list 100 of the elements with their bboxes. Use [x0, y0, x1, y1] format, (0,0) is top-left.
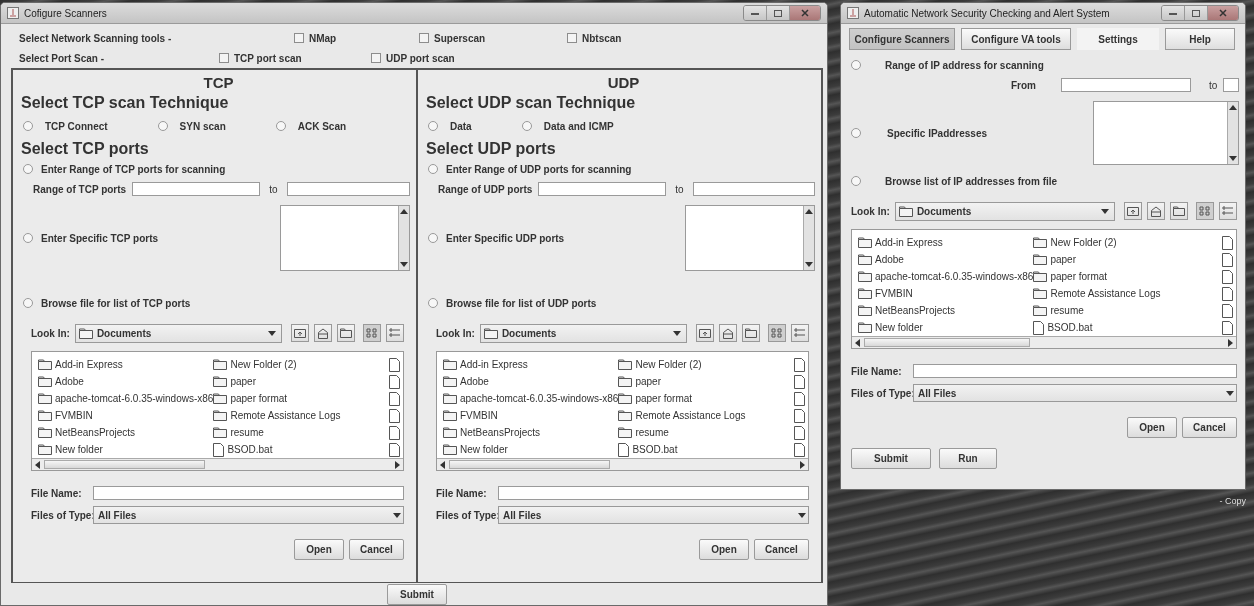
range-start-field[interactable]	[132, 182, 261, 196]
radio-button[interactable]	[23, 233, 33, 243]
look-in-dropdown[interactable]: Documents	[894, 201, 1115, 221]
folder-item[interactable]: paper	[618, 373, 746, 390]
folder-item[interactable]: New folder	[38, 441, 214, 458]
folder-item[interactable]: New folder	[443, 441, 619, 458]
ip-start-field[interactable]	[1061, 78, 1191, 92]
horizontal-scrollbar[interactable]	[32, 458, 403, 470]
minimize-button[interactable]	[744, 6, 766, 20]
folder-item[interactable]: New Folder (2)	[213, 356, 341, 373]
file-item[interactable]: BSOD.bat	[1033, 319, 1161, 336]
radio-button[interactable]	[851, 128, 861, 138]
tab[interactable]: Configure Scanners	[849, 28, 955, 50]
new-folder-button[interactable]	[337, 324, 355, 342]
folder-item[interactable]: New Folder (2)	[618, 356, 746, 373]
tab[interactable]: Settings	[1077, 28, 1159, 50]
folder-item[interactable]: resume	[213, 424, 341, 441]
folder-item[interactable]: Adobe	[858, 251, 1034, 268]
folder-item[interactable]: paper format	[1033, 268, 1161, 285]
folder-item[interactable]: apache-tomcat-6.0.35-windows-x86	[38, 390, 214, 407]
open-button[interactable]: Open	[699, 539, 749, 560]
cancel-button[interactable]: Cancel	[1182, 417, 1237, 438]
folder-item[interactable]: FVMBIN	[858, 285, 1034, 302]
file-name-field[interactable]	[913, 364, 1237, 378]
folder-item[interactable]: Remote Assistance Logs	[213, 407, 341, 424]
folder-item[interactable]: paper	[213, 373, 341, 390]
radio-button[interactable]	[428, 164, 438, 174]
close-button[interactable]	[1207, 6, 1238, 20]
folder-item[interactable]: Remote Assistance Logs	[618, 407, 746, 424]
file-type-dropdown[interactable]: All Files	[93, 506, 404, 524]
new-folder-button[interactable]	[1170, 202, 1188, 220]
folder-item[interactable]: paper	[1033, 251, 1161, 268]
open-button[interactable]: Open	[1127, 417, 1177, 438]
maximize-button[interactable]	[1184, 6, 1207, 20]
radio-button[interactable]	[521, 121, 532, 131]
ip-end-field[interactable]	[1223, 78, 1239, 92]
folder-item[interactable]: paper format	[618, 390, 746, 407]
vertical-scrollbar[interactable]	[1227, 102, 1238, 164]
up-folder-button[interactable]	[1124, 202, 1142, 220]
radio-button[interactable]	[157, 121, 168, 131]
details-view-button[interactable]	[791, 324, 809, 342]
folder-item[interactable]: resume	[618, 424, 746, 441]
radio-button[interactable]	[23, 298, 33, 308]
radio-button[interactable]	[428, 233, 438, 243]
details-view-button[interactable]	[386, 324, 404, 342]
folder-item[interactable]: apache-tomcat-6.0.35-windows-x86	[443, 390, 619, 407]
folder-item[interactable]: New Folder (2)	[1033, 234, 1161, 251]
range-end-field[interactable]	[286, 182, 410, 196]
folder-item[interactable]: NetBeansProjects	[38, 424, 214, 441]
list-view-button[interactable]	[1196, 202, 1214, 220]
folder-item[interactable]: Remote Assistance Logs	[1033, 285, 1161, 302]
maximize-button[interactable]	[766, 6, 789, 20]
folder-item[interactable]: paper format	[213, 390, 341, 407]
checkbox[interactable]	[371, 53, 381, 63]
folder-item[interactable]: New folder	[858, 319, 1034, 336]
file-type-dropdown[interactable]: All Files	[498, 506, 809, 524]
list-view-button[interactable]	[768, 324, 786, 342]
submit-button[interactable]: Submit	[387, 583, 447, 605]
tab[interactable]: Configure VA tools	[961, 28, 1071, 50]
range-start-field[interactable]	[538, 182, 667, 196]
up-folder-button[interactable]	[696, 324, 714, 342]
file-item[interactable]: BSOD.bat	[618, 441, 746, 458]
file-name-field[interactable]	[93, 486, 404, 500]
minimize-button[interactable]	[1162, 6, 1184, 20]
checkbox[interactable]	[219, 53, 229, 63]
file-item[interactable]: BSOD.bat	[213, 441, 341, 458]
cancel-button[interactable]: Cancel	[349, 539, 404, 560]
folder-item[interactable]: Add-in Express	[443, 356, 619, 373]
horizontal-scrollbar[interactable]	[852, 336, 1236, 348]
file-type-dropdown[interactable]: All Files	[913, 384, 1237, 402]
vertical-scrollbar[interactable]	[398, 206, 409, 270]
tab[interactable]: Help	[1165, 28, 1235, 50]
radio-button[interactable]	[428, 298, 438, 308]
horizontal-scrollbar[interactable]	[437, 458, 808, 470]
home-button[interactable]	[719, 324, 737, 342]
range-end-field[interactable]	[692, 182, 815, 196]
file-name-field[interactable]	[498, 486, 809, 500]
up-folder-button[interactable]	[291, 324, 309, 342]
folder-item[interactable]: Add-in Express	[858, 234, 1034, 251]
folder-item[interactable]: Adobe	[38, 373, 214, 390]
submit-button[interactable]: Submit	[851, 448, 931, 469]
close-button[interactable]	[789, 6, 820, 20]
look-in-dropdown[interactable]: Documents	[479, 323, 687, 343]
radio-button[interactable]	[851, 60, 861, 70]
new-folder-button[interactable]	[742, 324, 760, 342]
folder-item[interactable]: FVMBIN	[38, 407, 214, 424]
folder-item[interactable]: Add-in Express	[38, 356, 214, 373]
list-view-button[interactable]	[363, 324, 381, 342]
folder-item[interactable]: Adobe	[443, 373, 619, 390]
cancel-button[interactable]: Cancel	[754, 539, 809, 560]
home-button[interactable]	[1147, 202, 1165, 220]
radio-button[interactable]	[851, 176, 861, 186]
run-button[interactable]: Run	[939, 448, 997, 469]
checkbox[interactable]	[567, 33, 577, 43]
radio-button[interactable]	[275, 121, 286, 131]
vertical-scrollbar[interactable]	[803, 206, 814, 270]
radio-button[interactable]	[23, 121, 33, 131]
folder-item[interactable]: resume	[1033, 302, 1161, 319]
open-button[interactable]: Open	[294, 539, 344, 560]
home-button[interactable]	[314, 324, 332, 342]
